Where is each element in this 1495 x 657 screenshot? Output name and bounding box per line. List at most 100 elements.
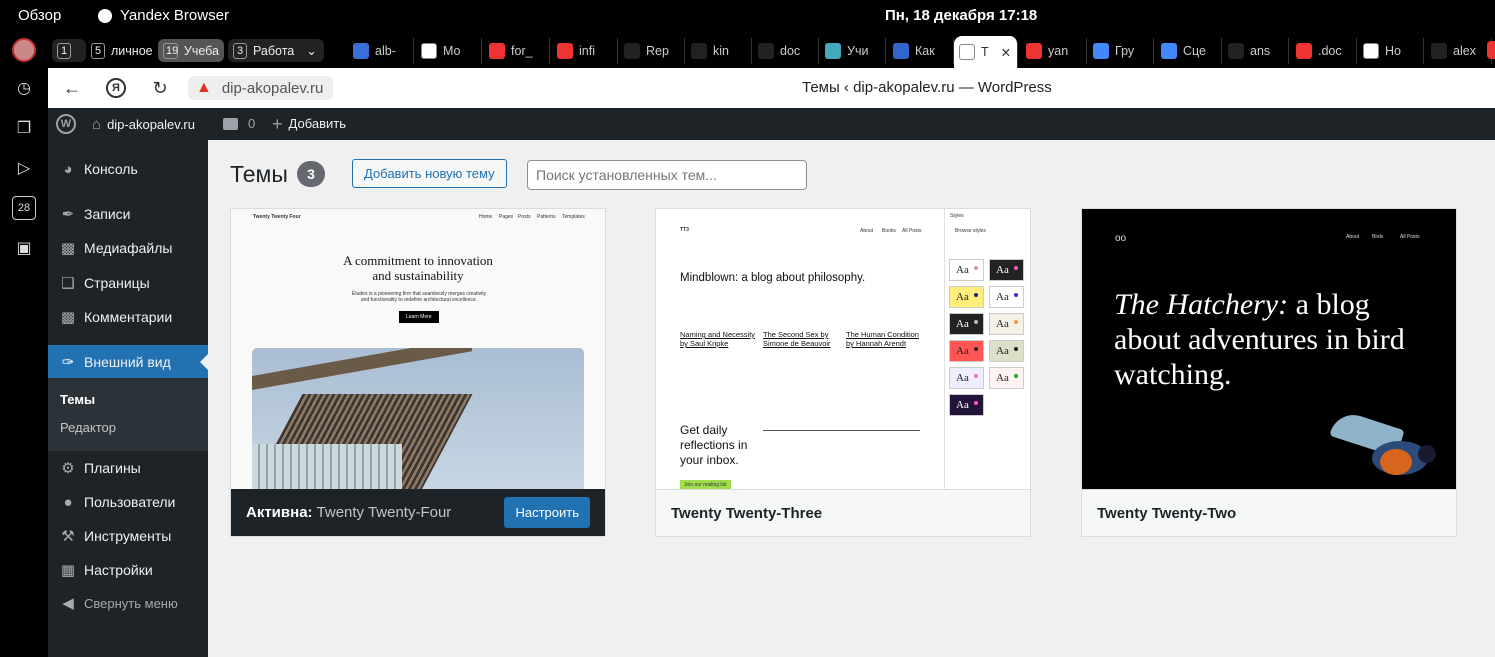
swatch-dot-icon <box>1014 374 1018 378</box>
tab-favicon-icon <box>825 43 841 59</box>
swatch-dot-icon <box>974 293 978 297</box>
collections-icon[interactable]: ❐ <box>12 116 36 140</box>
customize-button[interactable]: Настроить <box>504 497 590 528</box>
menu-appearance[interactable]: ✑ Внешний вид <box>48 345 208 379</box>
back-icon[interactable]: ← <box>62 78 82 98</box>
new-content-link[interactable]: + Добавить <box>272 115 346 133</box>
app-name: Yandex Browser <box>120 7 229 24</box>
browser-tab[interactable]: .doc <box>1291 38 1357 64</box>
style-swatch[interactable]: Aa <box>949 394 984 416</box>
style-swatch[interactable]: Aa <box>989 259 1024 281</box>
divider-line <box>763 430 920 431</box>
tab-favicon-icon <box>893 43 909 59</box>
browser-toolbar: ← Я ↻ ▲ dip-akopalev.ru Темы ‹ dip-akopa… <box>48 68 1495 108</box>
address-bar[interactable]: ▲ dip-akopalev.ru <box>188 76 334 100</box>
menu-comments[interactable]: ▩ Комментарии <box>48 300 208 334</box>
submenu-editor[interactable]: Редактор <box>60 420 116 435</box>
wrench-icon: ⚒ <box>61 528 75 545</box>
tab-favicon-icon <box>1026 43 1042 59</box>
browser-tab[interactable]: kin <box>686 38 752 64</box>
theme-screenshot[interactable]: Twenty Twenty Four Home Pages Posts Patt… <box>231 209 605 489</box>
menu-settings[interactable]: ▦ Настройки <box>48 553 208 587</box>
appearance-submenu: Темы Редактор <box>48 378 208 451</box>
theme-screenshot[interactable]: TT3 About Books All Posts Mindblown: a b… <box>656 209 1030 489</box>
tab-group-1[interactable]: 1 <box>52 39 86 62</box>
profile-avatar[interactable] <box>12 38 36 62</box>
menu-posts[interactable]: ✒ Записи <box>48 197 208 231</box>
collapse-icon: ◀ <box>62 595 74 612</box>
chevron-down-icon: ⌄ <box>306 44 317 58</box>
app-menu[interactable]: Yandex Browser <box>98 7 229 24</box>
browser-tab[interactable]: T ✕ <box>954 36 1018 68</box>
more-tabs-icon[interactable] <box>1487 41 1495 59</box>
style-swatch[interactable]: Aa <box>949 340 984 362</box>
calendar-icon[interactable]: 28 <box>12 196 36 220</box>
browser-tab[interactable]: Гру <box>1088 38 1154 64</box>
site-name-link[interactable]: ⌂ dip-akopalev.ru <box>92 116 195 133</box>
pages-icon: ❑ <box>61 275 75 292</box>
swatch-dot-icon <box>974 266 978 270</box>
tab-favicon-icon <box>1363 43 1379 59</box>
yandex-icon[interactable]: Я <box>106 78 126 98</box>
tab-favicon-icon <box>421 43 437 59</box>
style-swatch[interactable]: Aa <box>989 367 1024 389</box>
browser-tab[interactable]: Но <box>1358 38 1424 64</box>
browser-tab[interactable]: ans <box>1223 38 1289 64</box>
style-swatch[interactable]: Aa <box>949 286 984 308</box>
theme-card-twenty-twenty-four[interactable]: Twenty Twenty Four Home Pages Posts Patt… <box>230 208 606 537</box>
tab-group-personal[interactable]: 5 личное <box>86 39 154 62</box>
browser-tab[interactable]: Учи <box>820 38 886 64</box>
menu-users[interactable]: ● Пользователи <box>48 485 208 519</box>
menu-media[interactable]: ▩ Медиафайлы <box>48 231 208 265</box>
style-swatch[interactable]: Aa <box>989 340 1024 362</box>
style-swatch[interactable]: Aa <box>949 367 984 389</box>
theme-card-twenty-twenty-two[interactable]: oo About Birds All Posts The Hatchery: a… <box>1081 208 1457 537</box>
browser-tab[interactable]: doc <box>753 38 819 64</box>
comments-link[interactable]: 0 <box>223 116 255 131</box>
video-icon[interactable]: ▷ <box>12 156 36 180</box>
screenshot-icon[interactable]: ▣ <box>12 236 36 260</box>
style-swatch[interactable]: Aa <box>989 313 1024 335</box>
tab-favicon-icon <box>959 44 975 60</box>
overview-button[interactable]: Обзор <box>18 7 61 24</box>
theme-screenshot[interactable]: oo About Birds All Posts The Hatchery: a… <box>1082 209 1456 489</box>
reload-icon[interactable]: ↻ <box>150 78 170 98</box>
browser-tab[interactable]: alex <box>1426 38 1492 64</box>
tab-group-study[interactable]: 19 Учеба <box>158 39 224 62</box>
browser-tab[interactable]: Rep <box>619 38 685 64</box>
close-tab-icon[interactable]: ✕ <box>1001 45 1011 60</box>
warning-icon: ▲ <box>196 79 212 96</box>
comment-icon: ▩ <box>60 309 76 326</box>
url-text: dip-akopalev.ru <box>221 79 324 97</box>
menu-pages[interactable]: ❑ Страницы <box>48 266 208 300</box>
theme-name: Twenty Twenty-Two <box>1082 489 1456 536</box>
style-swatch[interactable]: Aa <box>949 313 984 335</box>
yandex-browser-icon <box>98 8 112 23</box>
browser-tab[interactable]: Мо <box>416 38 482 64</box>
menu-collapse[interactable]: ◀ Свернуть меню <box>48 586 208 620</box>
browser-tab[interactable]: alb- <box>348 38 414 64</box>
swatch-dot-icon <box>974 347 978 351</box>
style-swatch[interactable]: Aa <box>949 259 984 281</box>
menu-tools[interactable]: ⚒ Инструменты <box>48 519 208 553</box>
add-new-theme-button[interactable]: Добавить новую тему <box>352 159 507 188</box>
clock[interactable]: Пн, 18 декабря 17:18 <box>885 7 1037 24</box>
tab-favicon-icon <box>353 43 369 59</box>
user-icon: ● <box>63 493 73 511</box>
browser-tab[interactable]: infi <box>552 38 618 64</box>
history-icon[interactable]: ◷ <box>12 76 36 100</box>
tab-group-work[interactable]: 3 Работа ⌄ <box>228 39 324 62</box>
tab-favicon-icon <box>758 43 774 59</box>
browser-tab[interactable]: Как <box>888 38 954 64</box>
submenu-themes[interactable]: Темы <box>60 392 95 407</box>
glasses-icon: oo <box>1115 233 1127 244</box>
browser-tab[interactable]: Сце <box>1156 38 1222 64</box>
theme-search-input[interactable] <box>527 160 807 190</box>
theme-card-twenty-twenty-three[interactable]: TT3 About Books All Posts Mindblown: a b… <box>655 208 1031 537</box>
menu-plugins[interactable]: ⚙ Плагины <box>48 451 208 485</box>
browser-tab[interactable]: yan <box>1021 38 1087 64</box>
wordpress-logo-icon[interactable]: W <box>56 114 76 134</box>
style-swatch[interactable]: Aa <box>989 286 1024 308</box>
menu-console[interactable]: ◕ Консоль <box>48 152 208 186</box>
browser-tab[interactable]: for_ <box>484 38 550 64</box>
